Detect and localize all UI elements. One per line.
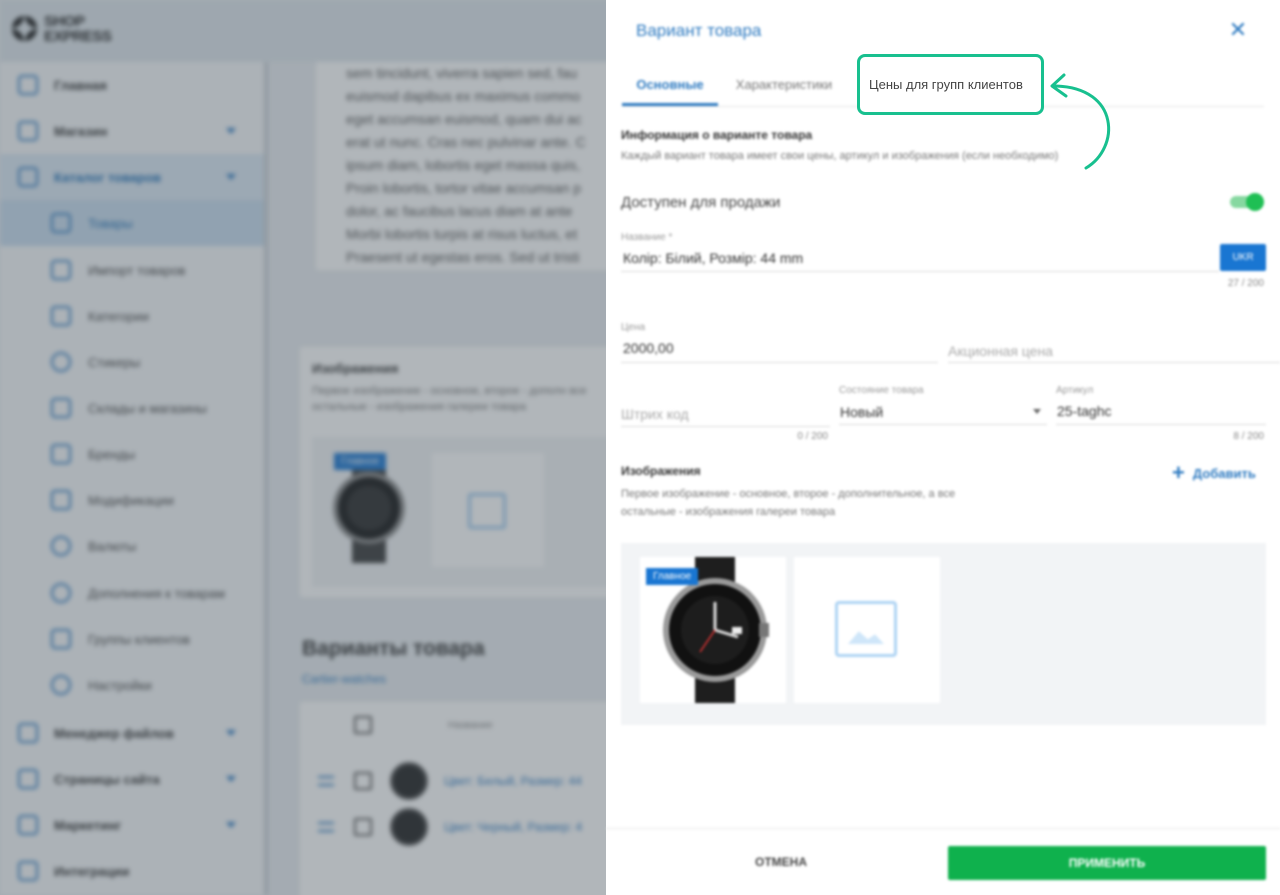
sku-field[interactable]: 25-taghc [1057, 403, 1111, 419]
main-badge: Главное [646, 568, 699, 585]
name-field-label: Название * [621, 232, 673, 243]
language-ukr-button[interactable]: UKR [1220, 244, 1266, 271]
add-label: Добавить [1192, 465, 1256, 481]
barcode-field[interactable]: Штрих код [621, 406, 689, 422]
chevron-down-icon[interactable] [1033, 409, 1041, 414]
image-placeholder[interactable] [794, 557, 940, 703]
add-image-button[interactable]: + Добавить [1172, 462, 1256, 484]
sale-price-field[interactable]: Акционная цена [948, 343, 1053, 359]
price-field[interactable]: 2000,00 [623, 340, 674, 356]
name-counter: 27 / 200 [1227, 278, 1264, 289]
annotation-arrow-icon [1050, 73, 1110, 170]
info-title: Информация о варианте товара [621, 128, 813, 142]
name-field[interactable]: Колір: Білий, Розмір: 44 mm [623, 250, 803, 266]
available-toggle[interactable] [1230, 193, 1264, 211]
info-description: Каждый вариант товара имеет свои цены, а… [621, 150, 1059, 162]
modal-backdrop[interactable] [0, 0, 606, 895]
watch-image-card[interactable]: Главное [640, 557, 786, 703]
images-description-2: остальные - изображения галереи товара [621, 506, 836, 518]
images-description-1: Первое изображение - основное, второе - … [621, 488, 956, 500]
condition-select[interactable]: Новый [840, 404, 883, 420]
images-gallery: Главное [621, 543, 1266, 725]
tab-customer-group-prices-label: Цены для групп клиентов [869, 77, 1023, 92]
apply-button[interactable]: ПРИМЕНИТЬ [948, 846, 1266, 880]
available-label: Доступен для продажи [621, 194, 781, 211]
variant-dialog: Вариант товара ✕ Основные Характеристики… [606, 0, 1280, 895]
barcode-counter: 0 / 200 [797, 431, 828, 442]
price-label: Цена [621, 322, 646, 333]
images-title: Изображения [621, 464, 701, 478]
image-icon [835, 601, 897, 657]
plus-icon: + [1172, 460, 1185, 485]
tab-customer-group-prices[interactable]: Цены для групп клиентов [857, 54, 1044, 115]
condition-label: Состояние товара [839, 385, 924, 396]
sku-label: Артикул [1056, 385, 1094, 396]
tab-characteristics[interactable]: Характеристики [726, 66, 842, 106]
close-icon[interactable]: ✕ [1228, 19, 1248, 41]
dialog-title: Вариант товара [636, 21, 762, 40]
sku-counter: 8 / 200 [1233, 431, 1264, 442]
tab-basic[interactable]: Основные [622, 66, 718, 106]
cancel-button[interactable]: ОТМЕНА [726, 844, 836, 880]
